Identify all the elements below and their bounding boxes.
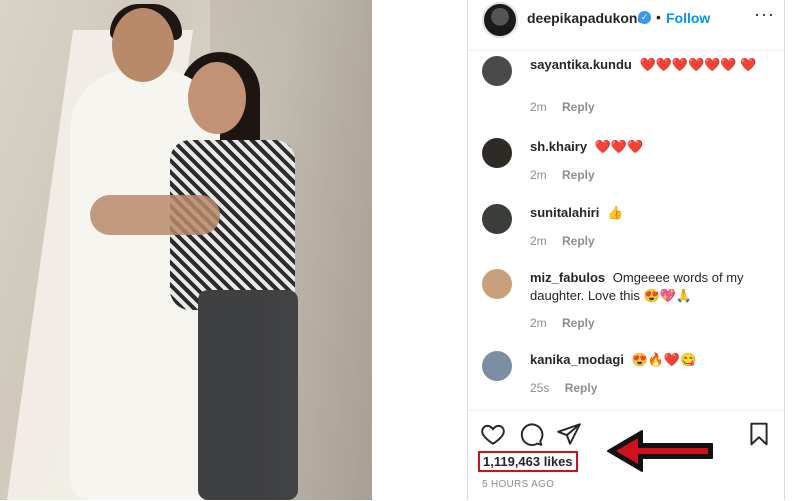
post-photo [0, 0, 372, 500]
comment-meta: 25s Reply [530, 381, 597, 395]
comment-meta: 2m Reply [530, 316, 595, 330]
comment-time: 2m [530, 168, 547, 182]
heart-icon[interactable] [480, 421, 506, 447]
post-side-panel: deepikapadukone ✓ • Follow ··· sayantika… [467, 0, 785, 500]
comment-meta: 2m Reply [530, 234, 595, 248]
comment-avatar[interactable] [482, 269, 512, 299]
bookmark-icon[interactable] [746, 421, 772, 447]
comment-text: miz_fabulos Omgeeee words of my daughter… [530, 269, 770, 305]
comment-username[interactable]: kanika_modagi [530, 352, 624, 367]
comment-avatar[interactable] [482, 204, 512, 234]
share-icon[interactable] [556, 421, 582, 447]
follow-button[interactable]: Follow [666, 10, 710, 26]
profile-avatar[interactable] [482, 2, 518, 38]
separator-dot: • [656, 9, 661, 25]
reply-button[interactable]: Reply [562, 234, 595, 248]
comment-body: 👍 [606, 205, 624, 220]
comment-avatar[interactable] [482, 351, 512, 381]
comment-username[interactable]: sh.khairy [530, 139, 587, 154]
post-header: deepikapadukone ✓ • Follow ··· [468, 0, 784, 51]
comment-body: ❤️❤️❤️❤️❤️❤️ ❤️ [639, 57, 757, 72]
comment-time: 2m [530, 234, 547, 248]
post-timestamp: 5 HOURS AGO [482, 479, 555, 490]
comment-avatar[interactable] [482, 56, 512, 86]
reply-button[interactable]: Reply [562, 100, 595, 114]
comment-time: 2m [530, 316, 547, 330]
comment-body: ❤️❤️❤️ [594, 139, 644, 154]
comment-icon[interactable] [518, 421, 544, 447]
comment-time: 25s [530, 381, 550, 395]
more-options-icon[interactable]: ··· [754, 4, 775, 25]
red-arrow-annotation [607, 430, 713, 472]
comment-avatar[interactable] [482, 138, 512, 168]
reply-button[interactable]: Reply [562, 168, 595, 182]
comment-text: sh.khairy ❤️❤️❤️ [530, 138, 770, 156]
comment-username[interactable]: sayantika.kundu [530, 57, 632, 72]
comment-text: sunitalahiri 👍 [530, 204, 770, 222]
verified-badge-icon: ✓ [638, 11, 651, 24]
profile-username[interactable]: deepikapadukone [527, 10, 645, 26]
comment-text: sayantika.kundu ❤️❤️❤️❤️❤️❤️ ❤️ [530, 56, 770, 74]
comment-meta: 2m Reply [530, 100, 595, 114]
comment-text: kanika_modagi 😍🔥❤️😋 [530, 351, 770, 369]
comment-username[interactable]: miz_fabulos [530, 270, 605, 285]
reply-button[interactable]: Reply [565, 381, 598, 395]
comment-meta: 2m Reply [530, 168, 595, 182]
comment-username[interactable]: sunitalahiri [530, 205, 599, 220]
comment-body: 😍🔥❤️😋 [631, 352, 697, 367]
reply-button[interactable]: Reply [562, 316, 595, 330]
likes-count[interactable]: 1,119,463 likes [478, 451, 578, 472]
comment-time: 2m [530, 100, 547, 114]
